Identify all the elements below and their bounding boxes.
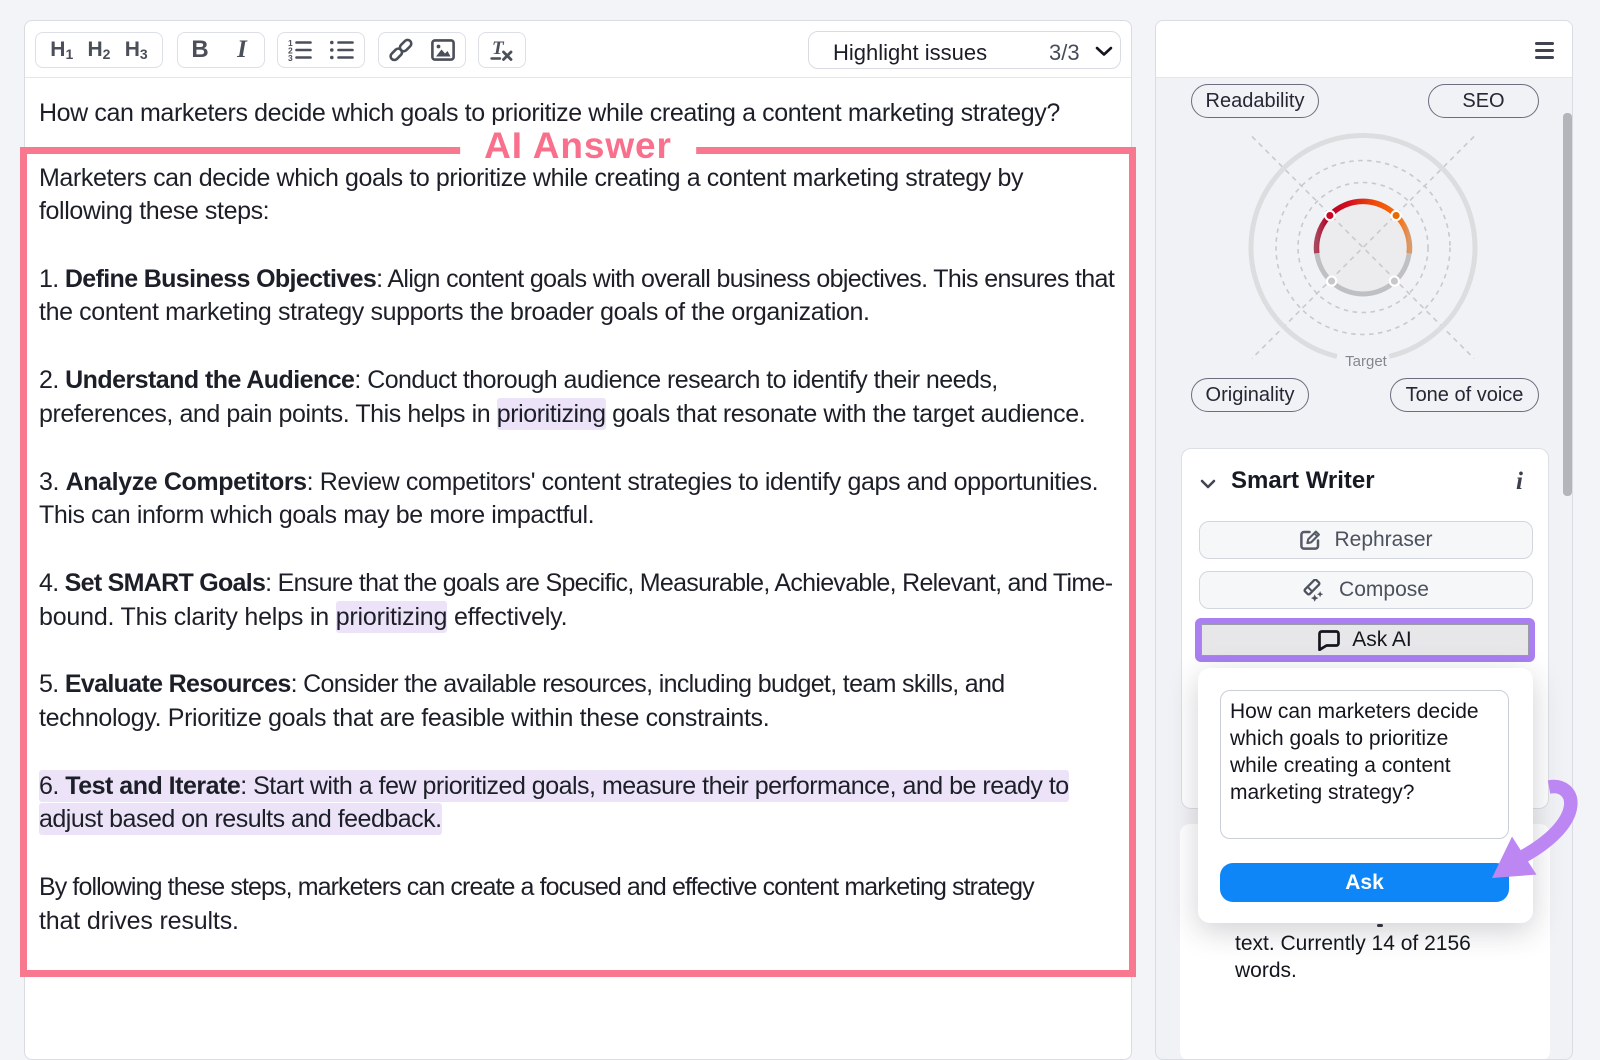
svg-text:3: 3 bbox=[288, 53, 293, 61]
svg-text:T: T bbox=[492, 38, 505, 59]
